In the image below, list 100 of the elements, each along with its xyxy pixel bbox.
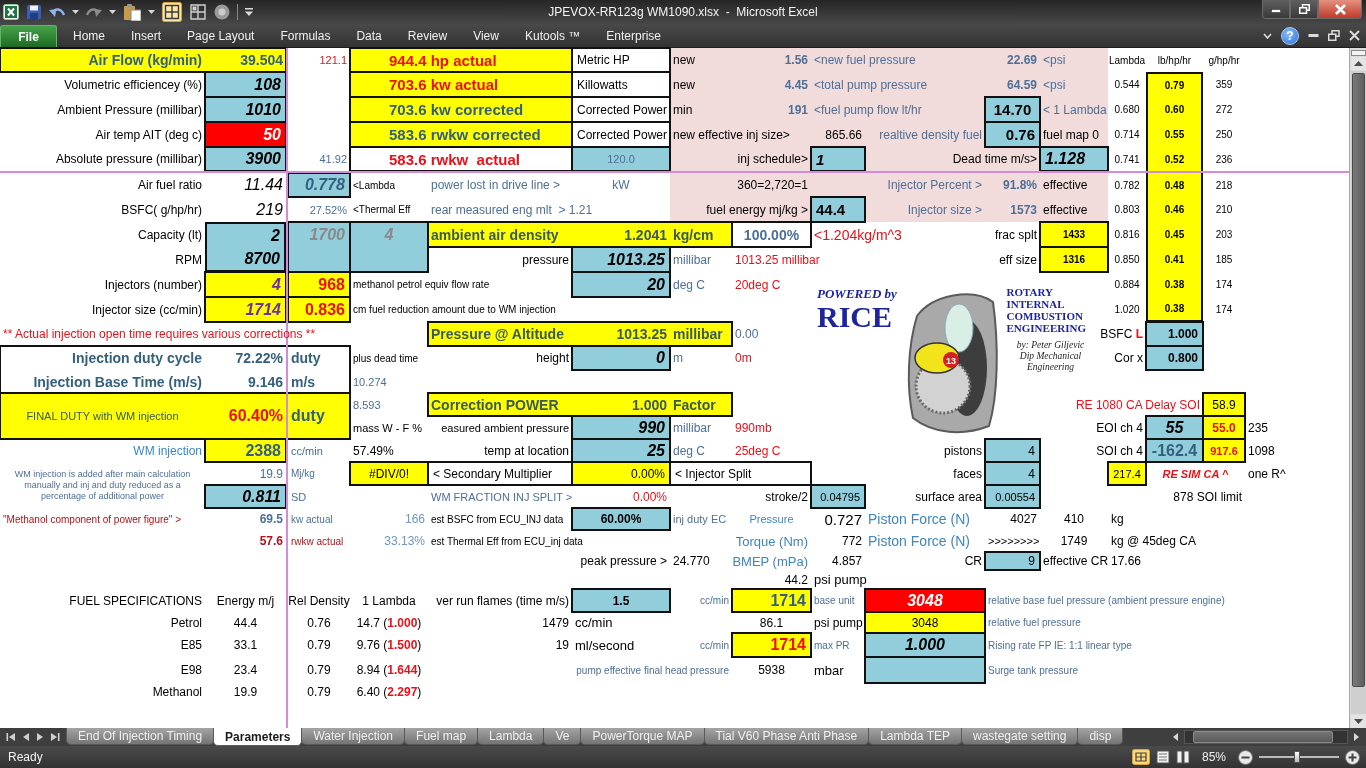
highlight-cell: 4: [204, 271, 287, 298]
sheet-tab[interactable]: Lambda: [477, 728, 545, 745]
label-text: Correction POWER: [431, 396, 559, 413]
sheet-tab[interactable]: Tial V60 Phase Anti Phase: [703, 728, 870, 745]
normal-view-icon[interactable]: [1131, 749, 1150, 765]
label-text: SD: [291, 490, 307, 503]
ribbon-tab[interactable]: Review: [394, 24, 461, 47]
label-text: pistons: [943, 443, 982, 458]
close-icon[interactable]: [1349, 30, 1360, 41]
ribbon-tab[interactable]: Page Layout: [174, 24, 268, 47]
undo-icon[interactable]: [49, 5, 65, 19]
page-layout-view-icon[interactable]: [1155, 750, 1170, 764]
ribbon-tab[interactable]: Insert: [118, 24, 175, 47]
caret-icon[interactable]: [148, 10, 155, 14]
label-text: base unit: [814, 595, 855, 606]
sheet-tab[interactable]: Water Injection: [301, 728, 406, 745]
zoom-in-icon[interactable]: [1345, 749, 1360, 765]
label-text: kw actual: [291, 513, 333, 525]
label-text: pump effective final head pressure: [576, 664, 729, 676]
scroll-up-icon[interactable]: [1350, 57, 1366, 70]
value-text: 0.884: [1114, 279, 1140, 290]
last-sheet-icon[interactable]: [50, 732, 60, 742]
horizontal-scrollbar[interactable]: [1184, 730, 1348, 744]
file-tab[interactable]: File: [0, 25, 57, 47]
value-text: 57.6: [259, 534, 283, 548]
ribbon-tab[interactable]: Home: [60, 24, 118, 47]
label-text: eff size: [999, 252, 1037, 267]
help-button[interactable]: ?: [1281, 26, 1299, 45]
value-text: 203: [1215, 229, 1233, 240]
value-text: 17.66: [1111, 554, 1142, 568]
value-text: 33.1: [233, 638, 258, 652]
restore-button[interactable]: [1290, 0, 1318, 19]
ribbon-tab[interactable]: Enterprise: [593, 24, 674, 47]
number-text: 13: [946, 355, 956, 366]
caret-icon[interactable]: [72, 10, 79, 14]
label-text: effective CR: [1043, 554, 1109, 568]
sheet-tab[interactable]: Fuel map: [404, 728, 479, 745]
highlight-cell: 0.52: [1146, 147, 1203, 171]
label-text: Rel Density: [288, 593, 350, 608]
sheet-tab[interactable]: disp: [1077, 728, 1124, 745]
label-text: pressure: [522, 252, 569, 267]
value-text: 6.40 (2.297): [356, 684, 422, 699]
split-handle-icon[interactable]: [1350, 50, 1366, 56]
value-text: 4027: [1010, 512, 1037, 526]
label-text: surface area: [915, 489, 982, 504]
value-text: 33.13%: [384, 534, 425, 548]
table-icon[interactable]: [189, 3, 207, 21]
value-text: 1573: [1010, 202, 1037, 217]
caret-icon[interactable]: [1263, 32, 1272, 39]
label-text: WM FRACTION INJ SPLIT >: [431, 490, 573, 503]
next-sheet-icon[interactable]: [36, 732, 44, 742]
label-text: "Methanol component of power figure" >: [3, 513, 182, 525]
sheet-tab[interactable]: Parameters: [213, 728, 303, 746]
sheet-tab[interactable]: wastegate setting: [961, 728, 1079, 745]
input-cell: 1: [810, 146, 866, 172]
sheet-tab[interactable]: PowerTorque MAP: [580, 728, 705, 745]
label-text: kW: [612, 178, 630, 192]
label-text: Methanol: [152, 684, 202, 699]
scroll-down-icon[interactable]: [1350, 715, 1366, 728]
label-text: Volumetric efficiencey (%): [64, 77, 202, 92]
app-icon[interactable]: [3, 4, 19, 20]
sheet-tab[interactable]: Ve: [543, 728, 582, 745]
ribbon-tab[interactable]: Kutools ™: [511, 24, 594, 47]
minimize-button[interactable]: [1262, 0, 1290, 19]
ribbon-tab[interactable]: Formulas: [267, 24, 344, 47]
sheet-tab[interactable]: Lambda TEP: [868, 728, 962, 745]
caret-icon[interactable]: [109, 10, 116, 14]
scroll-thumb[interactable]: [1193, 731, 1333, 743]
customize-icon[interactable]: [245, 8, 253, 16]
logo-tagline: POWERED by: [817, 286, 897, 302]
close-button[interactable]: [1318, 0, 1362, 19]
value-text: 57.49%: [353, 443, 394, 458]
highlight-cell: 0.41: [1146, 247, 1203, 272]
page-break-view-icon[interactable]: [1175, 750, 1190, 764]
label-text: frac splt: [995, 227, 1037, 242]
label-text: mbar: [814, 662, 844, 678]
first-sheet-icon[interactable]: [6, 732, 16, 742]
outlined-cell: < Injector Split: [669, 461, 812, 486]
input-cell: 25: [571, 438, 671, 463]
input-cell: 1013.25: [571, 246, 671, 273]
restore-icon[interactable]: [1328, 30, 1340, 41]
label-text: effective: [1043, 178, 1088, 192]
ribbon-tab[interactable]: View: [460, 24, 512, 47]
value-text: 91.8%: [1002, 178, 1037, 192]
vertical-scrollbar[interactable]: [1350, 71, 1366, 714]
previous-sheet-icon[interactable]: [22, 732, 30, 742]
paste-icon[interactable]: [123, 3, 141, 21]
sheet-tab[interactable]: End Of Injection Timing: [66, 728, 215, 745]
redo-icon: [86, 5, 102, 19]
save-icon[interactable]: [26, 4, 42, 20]
scroll-thumb[interactable]: [1351, 73, 1365, 687]
highlight-cell: 0.00%: [571, 461, 671, 486]
zoom-level-button[interactable]: 85%: [1195, 750, 1232, 764]
ribbon-tab[interactable]: Data: [343, 24, 395, 47]
zoom-out-icon[interactable]: [1238, 749, 1253, 765]
slider-thumb[interactable]: [1293, 751, 1300, 763]
grid-icon[interactable]: [162, 2, 182, 22]
value-text: 359: [1215, 79, 1233, 90]
highlight-cell: 217.4: [1107, 461, 1147, 486]
input-cell: 20: [571, 271, 671, 298]
